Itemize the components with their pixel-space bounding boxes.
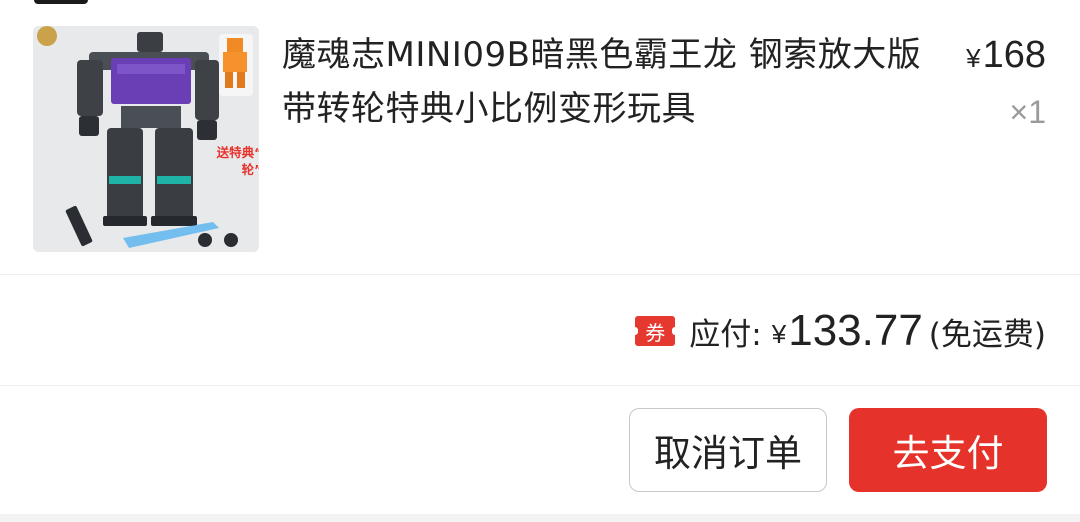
section-separator (0, 514, 1080, 522)
coupon-badge: 券 (632, 316, 679, 346)
robot-figure-image (33, 26, 259, 252)
price-currency: ¥ (966, 43, 981, 73)
cancel-order-button[interactable]: 取消订单 (629, 408, 827, 492)
shipping-note: (免运费) (928, 316, 1046, 353)
payable-currency: ¥ (771, 318, 787, 349)
payable-amount: 133.77 (788, 306, 923, 355)
price-value: 168 (982, 34, 1046, 76)
product-thumbnail[interactable]: 送特典“小转轮” (33, 26, 259, 252)
payment-summary: 券 应付: ¥ 133.77 (免运费) (632, 306, 1046, 356)
order-item[interactable]: 送特典“小转轮” 魔魂志MINI09B暗黑色霸王龙 钢索放大版带转轮特典小比例变… (0, 0, 1080, 274)
product-image-promo-text: 送特典“小转轮” (216, 145, 259, 177)
divider (0, 274, 1080, 275)
quantity: ×1 (1009, 94, 1046, 130)
unit-price: ¥168 (966, 34, 1046, 77)
product-title[interactable]: 魔魂志MINI09B暗黑色霸王龙 钢索放大版带转轮特典小比例变形玩具 (282, 28, 932, 136)
divider (0, 385, 1080, 386)
pay-button[interactable]: 去支付 (849, 408, 1047, 492)
payable-label: 应付: (689, 316, 762, 353)
order-card: 送特典“小转轮” 魔魂志MINI09B暗黑色霸王龙 钢索放大版带转轮特典小比例变… (0, 0, 1080, 522)
